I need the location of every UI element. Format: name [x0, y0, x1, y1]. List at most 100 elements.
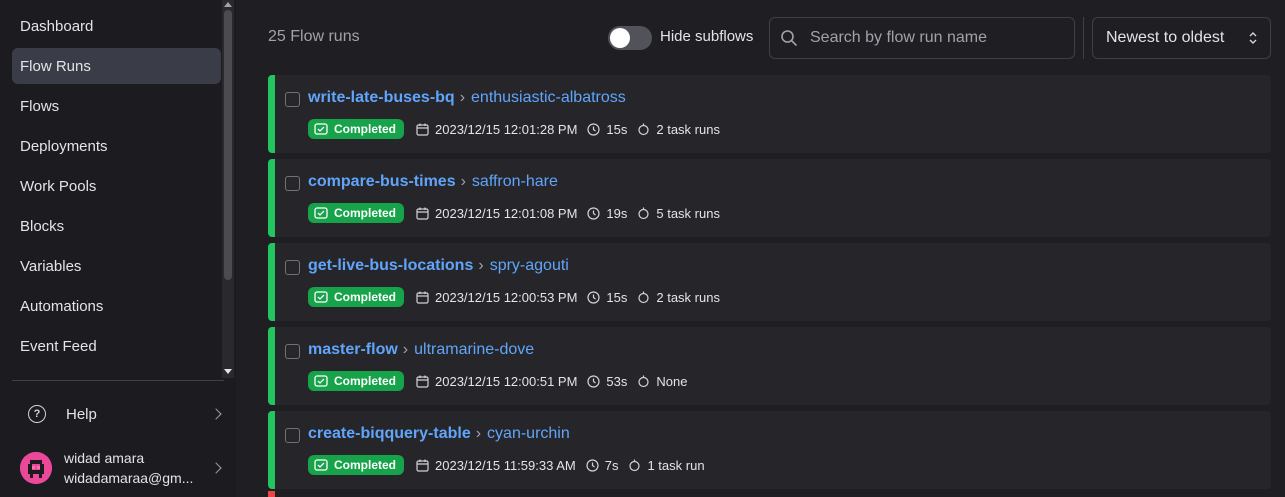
start-time-value: 2023/12/15 11:59:33 AM: [435, 457, 576, 473]
status-label: Completed: [334, 290, 397, 304]
sidebar-item-blocks[interactable]: Blocks: [12, 208, 221, 244]
start-time-value: 2023/12/15 12:00:51 PM: [435, 373, 578, 389]
flow-run-row[interactable]: master-flow › ultramarine-dove Completed: [268, 327, 1271, 405]
status-label: Completed: [334, 122, 397, 136]
user-menu[interactable]: widad amara widadamaraa@gm...: [12, 446, 228, 490]
calendar-icon: [416, 207, 429, 220]
search-box[interactable]: [769, 17, 1075, 59]
task-runs-value: 2 task runs: [656, 289, 720, 305]
start-time: 2023/12/15 12:01:08 PM: [416, 206, 577, 221]
flow-run-name-link[interactable]: saffron-hare: [472, 173, 558, 191]
search-input[interactable]: [810, 29, 1060, 47]
sidebar-item-event-feed[interactable]: Event Feed: [12, 328, 221, 364]
chevron-right-icon: ›: [478, 257, 484, 274]
sidebar-item-flows[interactable]: Flows: [12, 88, 221, 124]
flow-name-link[interactable]: get-live-bus-locations: [308, 257, 473, 275]
clock-icon: [586, 458, 599, 472]
sort-select[interactable]: Newest to oldest: [1092, 17, 1271, 59]
status-badge: Completed: [308, 287, 405, 307]
flow-name-link[interactable]: master-flow: [308, 341, 398, 359]
header-divider: [1083, 17, 1084, 59]
duration: 19s: [587, 206, 627, 221]
flow-run-name-link[interactable]: ultramarine-dove: [414, 341, 534, 359]
help-menu[interactable]: ? Help: [12, 396, 228, 432]
row-checkbox[interactable]: [285, 344, 300, 359]
sidebar-scrollbar[interactable]: [222, 0, 234, 378]
duration: 15s: [587, 290, 627, 305]
chevron-right-icon: ›: [460, 173, 466, 190]
user-name: widad amara: [64, 450, 145, 466]
avatar-pattern-icon: [20, 452, 52, 484]
sidebar-item-label: Work Pools: [20, 177, 97, 195]
sidebar-item-label: Automations: [20, 297, 104, 315]
sidebar-item-variables[interactable]: Variables: [12, 248, 221, 284]
status-stripe: [268, 327, 275, 405]
sidebar-item-deployments[interactable]: Deployments: [12, 128, 221, 164]
status-stripe: [268, 159, 275, 237]
flow-run-row[interactable]: compare-bus-times › saffron-hare Complet…: [268, 159, 1271, 237]
sidebar-divider: [12, 380, 224, 381]
task-runs: 2 task runs: [637, 122, 720, 137]
flow-run-name-link[interactable]: cyan-urchin: [487, 425, 570, 443]
task-runs-value: 1 task run: [647, 457, 705, 473]
chevron-right-icon: ›: [402, 341, 409, 358]
calendar-icon: [416, 123, 429, 136]
status-stripe: [268, 243, 275, 321]
hide-subflows-toggle[interactable]: [608, 26, 652, 50]
row-checkbox[interactable]: [285, 92, 300, 107]
task-runs: None: [637, 374, 687, 389]
check-square-icon: [314, 375, 328, 387]
scrollbar-thumb[interactable]: [224, 10, 232, 280]
row-checkbox[interactable]: [285, 176, 300, 191]
clock-icon: [587, 290, 601, 304]
sidebar-item-label: Flow Runs: [20, 57, 91, 75]
clock-icon: [587, 122, 601, 136]
flow-run-name-link[interactable]: enthusiastic-albatross: [471, 89, 626, 107]
help-label: Help: [66, 405, 97, 423]
status-badge: Completed: [308, 203, 405, 223]
clock-icon: [587, 374, 601, 388]
scroll-up-arrow-icon[interactable]: [224, 2, 232, 7]
row-checkbox[interactable]: [285, 260, 300, 275]
chevron-right-icon: ›: [459, 89, 466, 106]
sidebar-item-label: Dashboard: [20, 17, 94, 35]
check-square-icon: [314, 291, 328, 303]
flow-run-row[interactable]: create-biqquery-table › cyan-urchin Comp…: [268, 411, 1271, 489]
chevron-right-icon: [210, 408, 222, 420]
row-checkbox[interactable]: [285, 428, 300, 443]
start-time-value: 2023/12/15 12:00:53 PM: [435, 289, 578, 305]
calendar-icon: [416, 459, 429, 472]
task-run-icon: [638, 375, 649, 387]
sidebar-item-work-pools[interactable]: Work Pools: [12, 168, 221, 204]
clock-icon: [587, 206, 601, 220]
task-runs: 2 task runs: [637, 290, 720, 305]
status-badge: Completed: [308, 371, 405, 391]
chevron-up-down-icon: [1249, 32, 1257, 44]
flow-run-name-link[interactable]: spry-agouti: [490, 257, 569, 275]
flow-name-link[interactable]: create-biqquery-table: [308, 425, 471, 443]
hide-subflows-label: Hide subflows: [660, 28, 754, 45]
scroll-down-arrow-icon[interactable]: [224, 369, 232, 374]
task-run-icon: [638, 291, 649, 303]
status-stripe: [268, 411, 275, 489]
start-time: 2023/12/15 11:59:33 AM: [416, 458, 576, 473]
flow-run-row[interactable]: get-live-bus-locations › spry-agouti Com…: [268, 243, 1271, 321]
status-badge: Completed: [308, 455, 405, 475]
calendar-icon: [416, 375, 429, 388]
flow-run-row[interactable]: write-late-buses-bq › enthusiastic-albat…: [268, 75, 1271, 153]
sidebar-item-automations[interactable]: Automations: [12, 288, 221, 324]
duration-value: 53s: [606, 373, 628, 389]
flow-name-link[interactable]: compare-bus-times: [308, 173, 456, 191]
start-time: 2023/12/15 12:00:51 PM: [416, 374, 577, 389]
sidebar-item-flow-runs[interactable]: Flow Runs: [12, 48, 221, 84]
status-label: Completed: [334, 374, 397, 388]
check-square-icon: [314, 207, 328, 219]
start-time-value: 2023/12/15 12:01:28 PM: [435, 121, 578, 137]
sidebar-item-label: Blocks: [20, 217, 65, 235]
task-run-icon: [638, 207, 649, 219]
task-run-icon: [638, 123, 649, 135]
flow-name-link[interactable]: write-late-buses-bq: [308, 89, 455, 107]
sidebar-item-dashboard[interactable]: Dashboard: [12, 8, 221, 44]
start-time: 2023/12/15 12:00:53 PM: [416, 290, 577, 305]
sort-value: Newest to oldest: [1106, 29, 1225, 46]
